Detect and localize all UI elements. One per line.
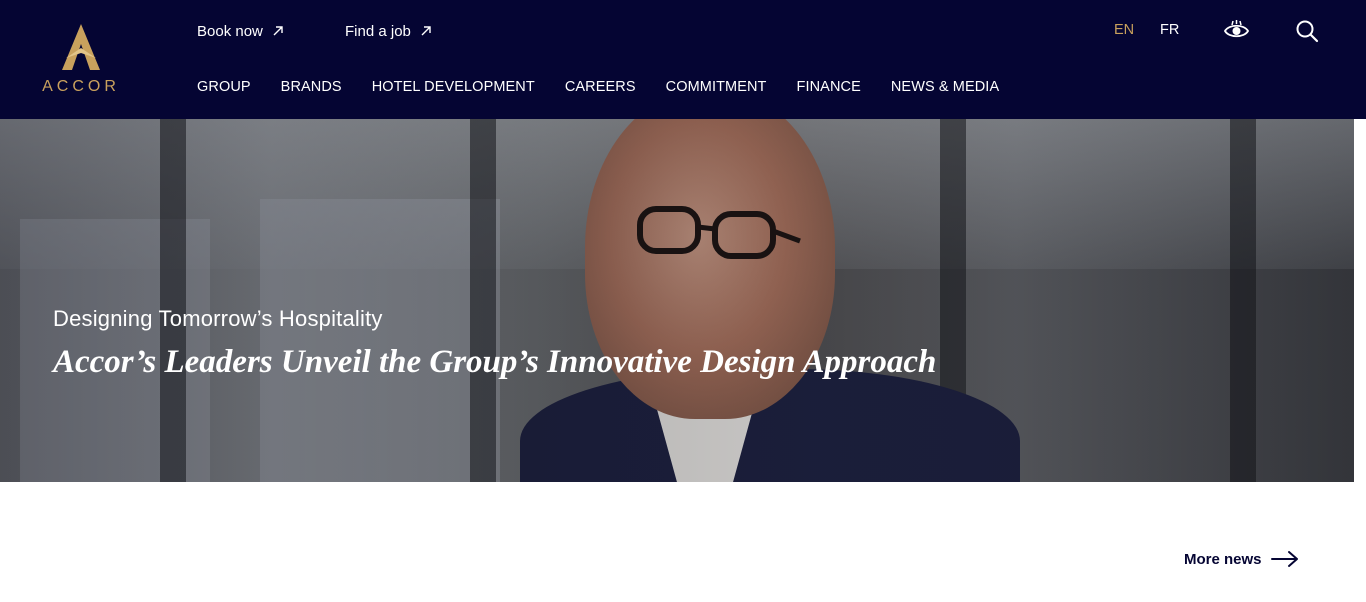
site-header: ACCOR Book now Find a job GROUP BRANDS H… — [0, 0, 1366, 119]
find-a-job-label: Find a job — [345, 22, 411, 40]
search-icon[interactable] — [1295, 19, 1319, 48]
accor-logo-icon — [62, 24, 100, 70]
logo-wordmark: ACCOR — [42, 78, 120, 95]
arrow-up-right-icon — [420, 25, 432, 37]
nav-item-finance[interactable]: FINANCE — [797, 79, 861, 95]
nav-item-hotel-development[interactable]: HOTEL DEVELOPMENT — [372, 79, 535, 95]
accor-logo[interactable]: ACCOR — [34, 22, 128, 96]
book-now-label: Book now — [197, 22, 263, 40]
main-navigation: GROUP BRANDS HOTEL DEVELOPMENT CAREERS C… — [197, 79, 999, 95]
language-fr[interactable]: FR — [1160, 22, 1179, 38]
hero-title[interactable]: Accor’s Leaders Unveil the Group’s Innov… — [53, 344, 936, 381]
book-now-link[interactable]: Book now — [197, 20, 284, 42]
hero-banner[interactable] — [0, 119, 1354, 482]
more-news-link[interactable]: More news — [1184, 550, 1299, 568]
nav-item-careers[interactable]: CAREERS — [565, 79, 636, 95]
nav-item-brands[interactable]: BRANDS — [281, 79, 342, 95]
more-news-label: More news — [1184, 550, 1262, 568]
nav-item-news-media[interactable]: NEWS & MEDIA — [891, 79, 999, 95]
language-en[interactable]: EN — [1114, 22, 1134, 38]
eye-icon[interactable] — [1223, 19, 1250, 48]
nav-item-commitment[interactable]: COMMITMENT — [666, 79, 767, 95]
find-a-job-link[interactable]: Find a job — [345, 20, 432, 42]
hero-overlay — [0, 119, 1354, 482]
arrow-up-right-icon — [272, 25, 284, 37]
arrow-right-icon — [1270, 550, 1299, 568]
hero-subtitle: Designing Tomorrow’s Hospitality — [53, 306, 383, 331]
nav-item-group[interactable]: GROUP — [197, 79, 251, 95]
